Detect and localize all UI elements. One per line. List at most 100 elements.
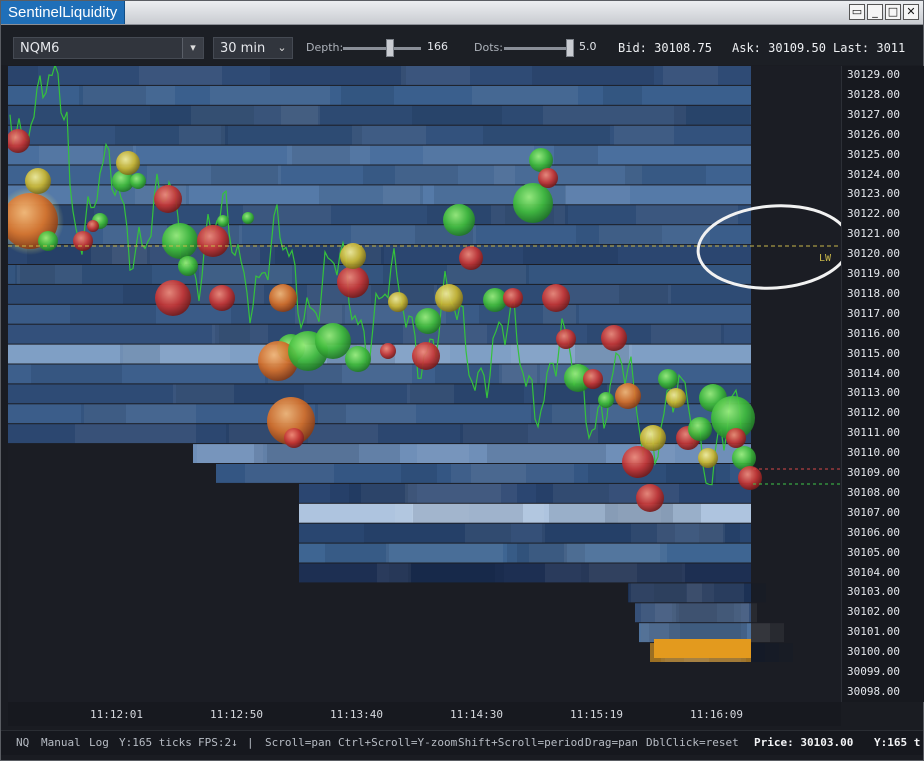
band-texture bbox=[59, 205, 94, 225]
trade-bubble bbox=[556, 329, 576, 349]
app-window: SentinelLiquidity ▭ _ □ ✕ NQM6 ▾ 30 min … bbox=[0, 0, 924, 761]
band-texture bbox=[460, 424, 528, 444]
band-texture bbox=[636, 205, 738, 225]
status-separator: | bbox=[247, 736, 254, 749]
trade-bubble bbox=[688, 417, 712, 441]
price-tick-label: 30102.00 bbox=[847, 605, 900, 619]
ask-price: Ask: 30109.50 bbox=[732, 41, 826, 55]
band-texture bbox=[395, 503, 544, 523]
band-texture bbox=[423, 145, 534, 165]
trade-bubble bbox=[640, 425, 666, 451]
band-texture bbox=[657, 523, 723, 543]
trade-bubble bbox=[154, 185, 182, 213]
time-tick-label: 11:13:40 bbox=[330, 708, 383, 721]
band-texture bbox=[408, 563, 495, 583]
volume-highlight-bar bbox=[654, 639, 751, 658]
liquidity-heatmap-chart[interactable]: LW bbox=[0, 63, 852, 702]
time-tick-label: 11:16:09 bbox=[690, 708, 743, 721]
band-texture bbox=[325, 543, 389, 563]
band-texture bbox=[674, 105, 750, 125]
status-bar: NQ Manual Log Y:165 ticks FPS:2↓ | Scrol… bbox=[1, 730, 923, 755]
band-texture bbox=[619, 284, 668, 304]
band-texture bbox=[245, 464, 334, 483]
chevron-down-icon[interactable]: ⌄ bbox=[272, 38, 292, 58]
trade-bubble bbox=[25, 168, 51, 194]
band-texture bbox=[554, 145, 598, 165]
trade-bubble bbox=[337, 266, 369, 298]
depth-slider-thumb[interactable] bbox=[386, 39, 394, 57]
depth-label: Depth: bbox=[306, 41, 344, 54]
depth-value: 166 bbox=[427, 40, 448, 53]
depth-slider-track[interactable] bbox=[343, 47, 421, 50]
band-texture bbox=[254, 444, 359, 463]
trade-bubble bbox=[538, 168, 558, 188]
trade-bubble bbox=[217, 215, 229, 227]
band-texture bbox=[451, 464, 526, 483]
trade-bubble bbox=[412, 342, 440, 370]
band-texture bbox=[210, 85, 330, 105]
trade-bubble bbox=[130, 173, 146, 189]
band-texture bbox=[395, 165, 515, 185]
hint-dblclick: DblClick=reset bbox=[646, 736, 739, 749]
price-tick-label: 30115.00 bbox=[847, 346, 900, 360]
band-texture bbox=[270, 66, 406, 85]
restore-icon[interactable]: ▭ bbox=[849, 4, 865, 20]
window-title: SentinelLiquidity bbox=[1, 1, 126, 24]
trade-bubble bbox=[38, 231, 58, 251]
dots-slider-track[interactable] bbox=[504, 47, 572, 50]
price-axis[interactable]: 30129.00 30128.00 30127.00 30126.00 30125.00… bbox=[841, 66, 924, 702]
trade-bubble bbox=[503, 288, 523, 308]
trade-bubble bbox=[738, 466, 762, 490]
price-tick-label: 30120.00 bbox=[847, 247, 900, 261]
price-tick-label: 30111.00 bbox=[847, 426, 900, 440]
band-texture bbox=[494, 165, 642, 185]
trade-bubble bbox=[73, 231, 93, 251]
band-texture bbox=[614, 125, 674, 145]
band-texture bbox=[70, 304, 156, 324]
chevron-down-icon[interactable]: ▾ bbox=[182, 38, 203, 58]
band-texture bbox=[8, 66, 38, 85]
band-texture bbox=[212, 324, 268, 344]
trade-bubble bbox=[242, 212, 254, 224]
band-texture bbox=[487, 444, 606, 463]
status-symbol: NQ bbox=[16, 736, 30, 749]
symbol-select[interactable]: NQM6 ▾ bbox=[13, 37, 204, 59]
dots-slider-thumb[interactable] bbox=[566, 39, 574, 57]
band-texture bbox=[599, 225, 710, 245]
status-y-ticks: Y:165 ticks bbox=[119, 736, 192, 749]
price-tick-label: 30129.00 bbox=[847, 68, 900, 81]
trade-bubble bbox=[116, 151, 140, 175]
status-price: Price: 30103.00 bbox=[754, 736, 854, 749]
trade-bubble bbox=[155, 280, 191, 316]
trade-bubble bbox=[726, 428, 746, 448]
band-texture bbox=[197, 444, 263, 463]
hint-scroll: Scroll=pan bbox=[265, 736, 332, 749]
band-texture bbox=[179, 125, 225, 145]
band-texture bbox=[211, 165, 278, 185]
trade-bubble bbox=[380, 343, 396, 359]
band-texture bbox=[625, 165, 706, 185]
price-tick-label: 30106.00 bbox=[847, 525, 900, 539]
band-texture bbox=[465, 523, 545, 543]
band-texture bbox=[447, 265, 526, 284]
maximize-button[interactable]: □ bbox=[885, 4, 901, 20]
close-button[interactable]: ✕ bbox=[903, 4, 919, 20]
band-texture bbox=[545, 563, 685, 583]
status-fps: FPS:2↓ bbox=[198, 736, 238, 749]
trade-bubble bbox=[598, 392, 614, 408]
band-texture bbox=[17, 265, 82, 284]
price-tick-label: 30101.00 bbox=[847, 625, 900, 639]
heatmap-canvas[interactable]: LW bbox=[0, 63, 852, 702]
band-texture bbox=[483, 125, 610, 145]
band-texture bbox=[651, 324, 721, 344]
price-tick-label: 30125.00 bbox=[847, 147, 900, 161]
band-texture bbox=[383, 185, 420, 205]
hint-ctrl-scroll: Ctrl+Scroll=Y-zoom bbox=[338, 736, 458, 749]
dots-label: Dots: bbox=[474, 41, 503, 54]
price-tick-label: 30104.00 bbox=[847, 565, 900, 579]
period-select[interactable]: 30 min ⌄ bbox=[213, 37, 293, 59]
band-texture bbox=[173, 384, 234, 404]
band-texture bbox=[191, 105, 320, 125]
minimize-button[interactable]: _ bbox=[867, 4, 883, 20]
price-tick-label: 30099.00 bbox=[847, 665, 900, 678]
